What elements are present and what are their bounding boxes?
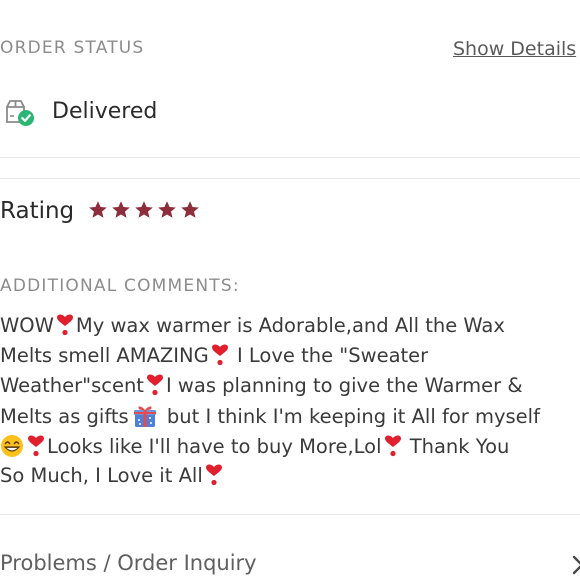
star-icon (158, 201, 176, 218)
comment-text: but I think I'm keeping it All for mysel… (160, 405, 540, 428)
box-delivered-icon (6, 100, 34, 126)
comment-text: So Much, I Love it All (0, 464, 203, 487)
chevron-right-icon[interactable] (571, 554, 580, 576)
comment-text: Melts smell AMAZING (0, 344, 209, 367)
grinning-face-icon (1, 435, 23, 457)
order-status-value: Delivered (52, 99, 158, 124)
red-heart-exclamation-icon (384, 435, 401, 457)
comment-line: Melts smell AMAZING I Love the "Sweater (0, 344, 428, 368)
star-rating (88, 200, 200, 220)
comment-text: Thank You (403, 435, 510, 458)
star-icon (135, 201, 153, 218)
comment-text: Melts as gifts (0, 405, 129, 428)
red-heart-exclamation-icon (56, 314, 73, 336)
rating-label: Rating (0, 198, 75, 224)
comment-text: I was planning to give the Warmer & (165, 374, 523, 397)
red-heart-exclamation-icon (146, 374, 163, 396)
comment-line: Melts as gifts but I think I'm keeping i… (0, 404, 540, 429)
comment-line: So Much, I Love it All (0, 464, 225, 488)
order-status-header: ORDER STATUS (0, 38, 145, 58)
divider (0, 514, 580, 515)
comment-text: My wax warmer is Adorable,and All the Wa… (75, 314, 505, 337)
comment-text: Looks like I'll have to buy More,Lol (47, 435, 382, 458)
comment-line: WOW My wax warmer is Adorable,and All the… (0, 314, 505, 338)
star-icon (112, 201, 130, 218)
comment-text: Weather"scent (0, 374, 144, 397)
show-details-link[interactable]: Show Details (453, 38, 576, 60)
comment-text: WOW (0, 314, 54, 337)
order-inquiry-link[interactable]: Problems / Order Inquiry (0, 551, 257, 575)
comment-line: Looks like I'll have to buy More,Lol Tha… (0, 434, 509, 459)
divider (0, 178, 580, 179)
red-heart-exclamation-icon (28, 435, 44, 457)
red-heart-exclamation-icon (205, 464, 222, 486)
divider (0, 157, 580, 158)
wrapped-gift-icon (133, 406, 156, 427)
additional-comments-header: ADDITIONAL COMMENTS: (0, 276, 240, 296)
star-icon (181, 201, 199, 218)
red-heart-exclamation-icon (211, 344, 228, 366)
comment-text: I Love the "Sweater (230, 344, 429, 367)
comment-line: Weather"scent I was planning to give the … (0, 374, 523, 398)
star-icon (89, 201, 107, 218)
order-details-page: ORDER STATUS Show Details Delivered Rati… (0, 0, 580, 580)
